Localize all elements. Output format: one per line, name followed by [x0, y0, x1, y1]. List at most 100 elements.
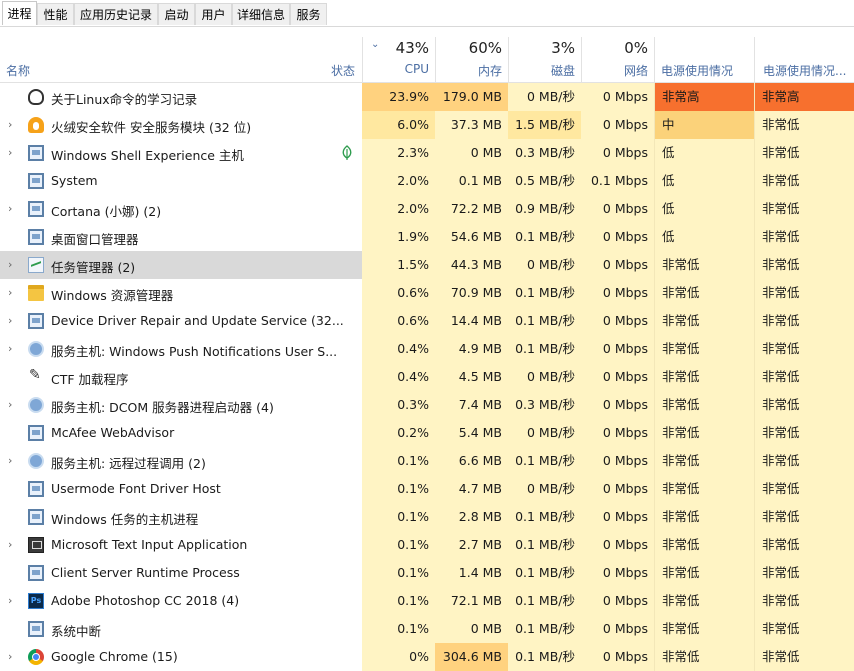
header-cpu[interactable]: ⌄ 43% CPU — [362, 37, 435, 82]
expand-chevron-right-icon[interactable]: › — [8, 202, 18, 215]
process-row[interactable]: › 任务管理器 (2) 1.5% 44.3 MB 0 MB/秒 0 Mbps 非常低 非常低 — [0, 251, 854, 279]
process-name-cell[interactable]: Windows 任务的主机进程 — [0, 503, 331, 531]
process-name-cell[interactable]: 关于Linux命令的学习记录 — [0, 83, 331, 111]
expand-chevron-right-icon[interactable]: › — [8, 314, 18, 327]
process-row[interactable]: McAfee WebAdvisor 0.2% 5.4 MB 0 MB/秒 0 Mbps 非… — [0, 419, 854, 447]
process-row[interactable]: › Microsoft Text Input Application 0.1% 2.7… — [0, 531, 854, 559]
memory-cell: 14.4 MB — [435, 307, 508, 335]
power-cell: 非常低 — [654, 391, 754, 419]
process-name: Usermode Font Driver Host — [51, 481, 221, 496]
process-row[interactable]: Windows 任务的主机进程 0.1% 2.8 MB 0.1 MB/秒 0 Mbps 非… — [0, 503, 854, 531]
process-name-cell[interactable]: 系统中断 — [0, 615, 331, 643]
process-name-cell[interactable]: Client Server Runtime Process — [0, 559, 331, 587]
disk-cell: 0 MB/秒 — [508, 251, 581, 279]
expand-chevron-right-icon[interactable]: › — [8, 286, 18, 299]
process-row[interactable]: › Cortana (小娜) (2) 2.0% 72.2 MB 0.9 MB/秒 0 Mb… — [0, 195, 854, 223]
process-row[interactable]: › 服务主机: Windows Push Notifications User S… — [0, 335, 854, 363]
memory-cell: 0.1 MB — [435, 167, 508, 195]
process-name: 桌面窗口管理器 — [51, 232, 139, 247]
process-row[interactable]: 桌面窗口管理器 1.9% 54.6 MB 0.1 MB/秒 0 Mbps 低非常低 — [0, 223, 854, 251]
header-disk[interactable]: 3% 磁盘 — [508, 37, 581, 82]
process-row[interactable]: Client Server Runtime Process 0.1% 1.4 MB 0… — [0, 559, 854, 587]
process-name-cell[interactable]: › Google Chrome (15) — [0, 643, 331, 671]
power-trend-cell: 非常低 — [754, 223, 854, 251]
process-row[interactable]: Usermode Font Driver Host 0.1% 4.7 MB 0 MB/… — [0, 475, 854, 503]
process-row[interactable]: › Windows Shell Experience 主机 2.3% 0 MB 0.3 … — [0, 139, 854, 167]
process-row[interactable]: › 服务主机: 远程过程调用 (2) 0.1% 6.6 MB 0.1 MB/秒 0 Mbp… — [0, 447, 854, 475]
process-name-cell[interactable]: › Ps Adobe Photoshop CC 2018 (4) — [0, 587, 331, 615]
process-name-cell[interactable]: › Windows Shell Experience 主机 — [0, 139, 331, 167]
process-name-cell[interactable]: › Cortana (小娜) (2) — [0, 195, 331, 223]
disk-cell: 0.1 MB/秒 — [508, 559, 581, 587]
network-cell: 0 Mbps — [581, 279, 654, 307]
process-name-cell[interactable]: Usermode Font Driver Host — [0, 475, 331, 503]
expand-chevron-right-icon[interactable]: › — [8, 118, 18, 131]
tab-app-history[interactable]: 应用历史记录 — [74, 3, 158, 25]
process-row[interactable]: › Ps Adobe Photoshop CC 2018 (4) 0.1% 72.1 M… — [0, 587, 854, 615]
process-row[interactable]: › 服务主机: DCOM 服务器进程启动器 (4) 0.3% 7.4 MB 0.3 MB… — [0, 391, 854, 419]
power-trend-cell: 非常低 — [754, 335, 854, 363]
header-power[interactable]: 电源使用情况 — [654, 37, 754, 82]
process-name-cell[interactable]: › 服务主机: DCOM 服务器进程启动器 (4) — [0, 391, 331, 419]
tab-users[interactable]: 用户 — [195, 3, 232, 25]
tab-details[interactable]: 详细信息 — [232, 3, 290, 25]
process-name-cell[interactable]: › 服务主机: 远程过程调用 (2) — [0, 447, 331, 475]
process-status-cell — [331, 139, 362, 167]
expand-chevron-right-icon[interactable]: › — [8, 650, 18, 663]
process-row[interactable]: 系统中断 0.1% 0 MB 0.1 MB/秒 0 Mbps 非常低 非常低 — [0, 615, 854, 643]
expand-chevron-right-icon[interactable]: › — [8, 398, 18, 411]
process-row[interactable]: CTF 加载程序0.4%4.5 MB0 MB/秒0 Mbps非常低非常低 — [0, 363, 854, 391]
memory-cell: 179.0 MB — [435, 83, 508, 111]
expand-chevron-right-icon[interactable]: › — [8, 454, 18, 467]
network-cell: 0 Mbps — [581, 83, 654, 111]
process-name-cell[interactable]: › Device Driver Repair and Update Service… — [0, 307, 344, 335]
process-status-cell — [331, 419, 362, 447]
tab-services[interactable]: 服务 — [290, 3, 327, 25]
network-cell: 0 Mbps — [581, 363, 654, 391]
header-name[interactable]: 名称 — [0, 37, 331, 82]
process-name-cell[interactable]: System — [0, 167, 331, 195]
process-name-cell[interactable]: › 任务管理器 (2) — [0, 251, 331, 279]
cpu-cell: 0.2% — [362, 419, 435, 447]
process-name-cell[interactable]: › Windows 资源管理器 — [0, 279, 331, 307]
tab-startup[interactable]: 启动 — [158, 3, 195, 25]
process-row[interactable]: › Google Chrome (15) 0% 304.6 MB 0.1 MB/秒 0 M… — [0, 643, 854, 671]
process-name-cell[interactable]: McAfee WebAdvisor — [0, 419, 331, 447]
task-manager-icon — [28, 257, 44, 273]
header-network[interactable]: 0% 网络 — [581, 37, 654, 82]
process-name-cell[interactable]: › Microsoft Text Input Application — [0, 531, 331, 559]
tab-processes[interactable]: 进程 — [2, 1, 37, 25]
cpu-cell: 2.3% — [362, 139, 435, 167]
header-power-trend[interactable]: 电源使用情况... — [754, 37, 854, 82]
power-cell: 非常低 — [654, 335, 754, 363]
power-cell: 低 — [654, 195, 754, 223]
process-name-cell[interactable]: › 火绒安全软件 安全服务模块 (32 位) — [0, 111, 331, 139]
process-status-cell — [331, 111, 362, 139]
power-trend-cell: 非常低 — [754, 643, 854, 671]
network-cell: 0 Mbps — [581, 615, 654, 643]
expand-chevron-right-icon[interactable]: › — [8, 594, 18, 607]
process-row[interactable]: › 火绒安全软件 安全服务模块 (32 位) 6.0% 37.3 MB 1.5 MB/秒… — [0, 111, 854, 139]
process-name-cell[interactable]: CTF 加载程序 — [0, 363, 331, 391]
power-cell: 低 — [654, 167, 754, 195]
header-status[interactable]: 状态 — [325, 37, 362, 82]
column-header: 名称 状态 ⌄ 43% CPU 60% 内存 3% 磁盘 0% 网络 电源使用情… — [0, 37, 854, 83]
process-row[interactable]: › Device Driver Repair and Update Service… — [0, 307, 854, 335]
expand-chevron-right-icon[interactable]: › — [8, 342, 18, 355]
process-status-cell — [331, 307, 362, 335]
expand-chevron-right-icon[interactable]: › — [8, 146, 18, 159]
process-row[interactable]: System 2.0% 0.1 MB 0.5 MB/秒 0.1 Mbps 低非常低 — [0, 167, 854, 195]
tab-performance[interactable]: 性能 — [37, 3, 74, 25]
disk-cell: 0.3 MB/秒 — [508, 391, 581, 419]
process-row[interactable]: 关于Linux命令的学习记录 23.9% 179.0 MB 0 MB/秒 0 Mbps 非… — [0, 83, 854, 111]
process-row[interactable]: › Windows 资源管理器 0.6% 70.9 MB 0.1 MB/秒 0 Mbps 非… — [0, 279, 854, 307]
header-memory[interactable]: 60% 内存 — [435, 37, 508, 82]
cpu-cell: 2.0% — [362, 195, 435, 223]
power-cell: 低 — [654, 139, 754, 167]
expand-chevron-right-icon[interactable]: › — [8, 258, 18, 271]
power-cell: 非常低 — [654, 279, 754, 307]
process-name-cell[interactable]: 桌面窗口管理器 — [0, 223, 331, 251]
process-name-cell[interactable]: › 服务主机: Windows Push Notifications User S… — [0, 335, 337, 363]
expand-chevron-right-icon[interactable]: › — [8, 538, 18, 551]
process-status-cell — [331, 587, 362, 615]
